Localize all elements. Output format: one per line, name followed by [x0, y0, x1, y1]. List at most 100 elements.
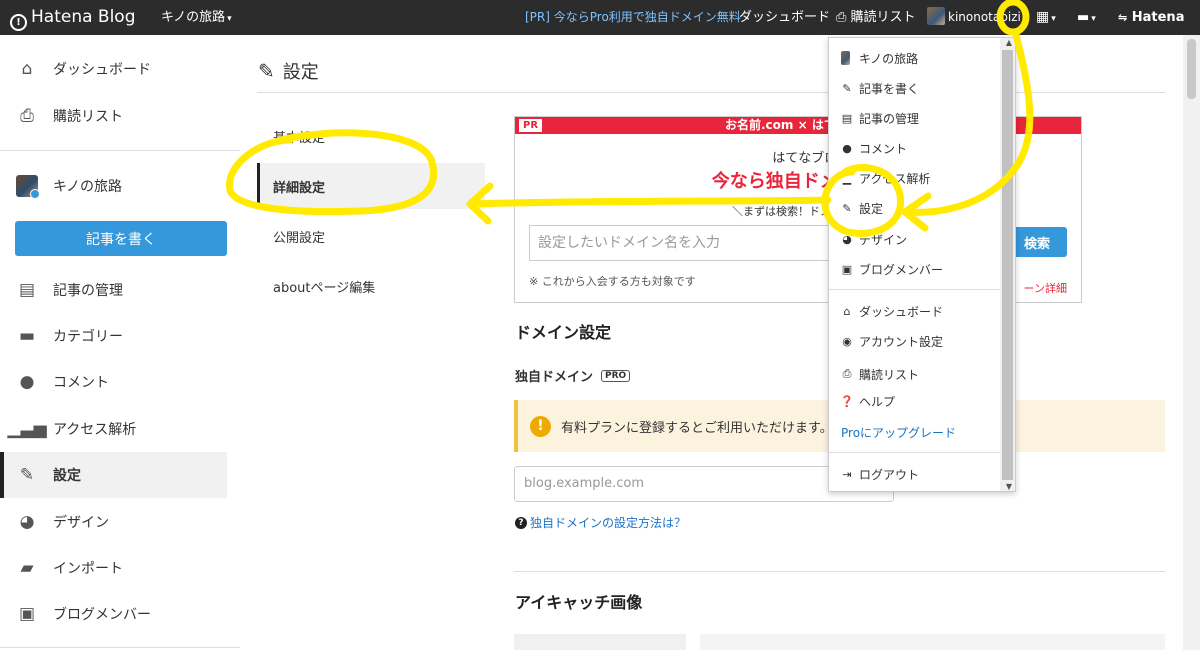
- menu-item-help[interactable]: ❓ ヘルプ: [829, 389, 1001, 413]
- apps-menu-toggle[interactable]: ▦ ▾: [1036, 0, 1056, 35]
- subnav-basic-settings[interactable]: 基本設定: [257, 113, 485, 159]
- document-icon: ▤: [18, 280, 36, 300]
- menu-item-design[interactable]: ◕ デザイン: [829, 227, 1001, 251]
- menu-item-blog[interactable]: キノの旅路: [829, 46, 1001, 70]
- custom-domain-help-link[interactable]: ? 独自ドメインの設定方法は？: [515, 514, 686, 531]
- exclamation-icon: !: [530, 415, 551, 437]
- grid-icon: ▦: [1036, 9, 1050, 25]
- subnav-advanced-settings[interactable]: 詳細設定: [257, 163, 485, 209]
- ad-search-button[interactable]: 検索: [1007, 227, 1067, 257]
- sidebar-item-comments[interactable]: ● コメント: [0, 359, 227, 405]
- edit-icon: ✎: [842, 81, 852, 95]
- comment-icon: ●: [19, 372, 35, 392]
- pro-badge: PRO: [601, 369, 631, 382]
- menu-scrollbar-thumb[interactable]: [1002, 50, 1013, 480]
- sidebar-divider: [0, 647, 240, 648]
- sidebar-item-design[interactable]: ◕ デザイン: [0, 499, 227, 545]
- subnav-publish-settings[interactable]: 公開設定: [257, 213, 485, 259]
- member-icon: ▣: [841, 262, 853, 276]
- page-scrollbar[interactable]: [1183, 35, 1200, 650]
- eyecatch-thumbnail[interactable]: [514, 634, 686, 650]
- menu-divider: [829, 289, 1001, 290]
- truck-icon: ▰: [20, 558, 34, 578]
- sidebar-item-settings[interactable]: ✎ 設定: [0, 452, 227, 498]
- scroll-up-icon[interactable]: ▲: [1006, 38, 1012, 47]
- sidebar-item-import[interactable]: ▰ インポート: [0, 545, 227, 591]
- question-icon: ?: [515, 516, 527, 529]
- question-icon: ❓: [840, 394, 854, 408]
- sidebar-item-analytics[interactable]: ▁▃▅ アクセス解析: [0, 406, 227, 452]
- menu-item-analytics[interactable]: ▁ アクセス解析: [829, 166, 1001, 190]
- ad-campaign-link[interactable]: ーン詳細: [1024, 280, 1067, 296]
- notifications-toggle[interactable]: ▬ ▾: [1077, 0, 1096, 35]
- pr-badge: PR: [519, 119, 543, 132]
- menu-item-settings[interactable]: ✎ 設定: [829, 196, 1001, 220]
- sidebar-item-blog-members[interactable]: ▣ ブログメンバー: [0, 591, 227, 637]
- hatena-mark-icon: ⇋: [1118, 11, 1128, 24]
- speech-bubble-icon: ▬: [1077, 10, 1090, 25]
- subscription-icon: ⎙: [836, 10, 847, 25]
- folder-icon: ▬: [18, 326, 36, 346]
- comment-icon: ●: [842, 141, 852, 155]
- palette-icon: ◕: [19, 512, 35, 532]
- hatena-blog-logo[interactable]: ! Hatena Blog: [10, 0, 136, 35]
- sidebar-divider: [0, 150, 240, 151]
- menu-item-comments[interactable]: ● コメント: [829, 136, 1001, 160]
- user-avatar: [927, 7, 945, 25]
- caret-down-icon: ▾: [227, 14, 232, 24]
- menu-item-subscriptions[interactable]: ⎙ 購読リスト: [829, 362, 1001, 386]
- blog-switcher[interactable]: キノの旅路 ▾: [161, 0, 232, 35]
- sidebar-item-categories[interactable]: ▬ カテゴリー: [0, 313, 227, 359]
- logout-icon: ⇥: [842, 467, 852, 481]
- scroll-down-icon[interactable]: ▼: [1006, 482, 1012, 491]
- pr-link[interactable]: [PR] 今ならPro利用で独自ドメイン無料: [525, 0, 741, 35]
- sidebar-item-subscriptions[interactable]: ⎙ 購読リスト: [0, 93, 227, 139]
- wrench-icon: ✎: [258, 59, 275, 83]
- bar-chart-icon: ▁: [842, 171, 852, 185]
- menu-item-pro-upgrade[interactable]: Proにアップグレード: [829, 420, 1001, 444]
- wrench-icon: ✎: [19, 465, 35, 485]
- palette-icon: ◕: [842, 232, 852, 246]
- custom-domain-label: 独自ドメイン PRO: [515, 366, 631, 385]
- sidebar-item-dashboard[interactable]: ⌂ ダッシュボード: [0, 46, 227, 92]
- subscription-icon: ⎙: [20, 106, 34, 126]
- bar-chart-icon: ▁▃▅: [7, 419, 47, 439]
- blog-avatar: [16, 175, 40, 199]
- user-dropdown-menu: キノの旅路 ✎ 記事を書く ▤ 記事の管理 ● コメント ▁ アクセス解析 ✎ 設定 ◕ デ…: [828, 37, 1016, 492]
- user-circle-icon: ◉: [842, 334, 852, 348]
- caret-down-icon: ▾: [1022, 14, 1028, 24]
- home-icon: ⌂: [21, 59, 33, 79]
- menu-item-logout[interactable]: ⇥ ログアウト: [829, 462, 1001, 486]
- eyecatch-option[interactable]: [700, 634, 1165, 650]
- section-divider: [514, 571, 1165, 572]
- top-bar: ! Hatena Blog キノの旅路 ▾ [PR] 今ならPro利用で独自ドメイン…: [0, 0, 1200, 35]
- home-icon: ⌂: [843, 304, 851, 318]
- menu-item-write[interactable]: ✎ 記事を書く: [829, 76, 1001, 100]
- blog-avatar: [841, 51, 850, 65]
- menu-item-blog-members[interactable]: ▣ ブログメンバー: [829, 257, 1001, 281]
- title-divider: [257, 92, 1165, 93]
- menu-scrollbar[interactable]: ▲ ▼: [1000, 38, 1015, 491]
- hatena-link[interactable]: ⇋ Hatena: [1118, 0, 1184, 35]
- topbar-dashboard-link[interactable]: ダッシュボード: [739, 0, 830, 35]
- ad-note: ※ これから入会する方も対象です: [529, 275, 696, 288]
- subscription-icon: ⎙: [842, 367, 852, 380]
- menu-item-account-settings[interactable]: ◉ アカウント設定: [829, 329, 1001, 353]
- sidebar-item-manage-articles[interactable]: ▤ 記事の管理: [0, 267, 227, 313]
- topbar-subscriptions-link[interactable]: ⎙ 購読リスト: [836, 0, 916, 35]
- sidebar: ⌂ ダッシュボード ⎙ 購読リスト キノの旅路 記事を書く ▤ 記事の管理 ▬ カテゴリ…: [0, 35, 240, 650]
- user-menu-toggle[interactable]: kinonotabizi ▾: [927, 0, 1027, 35]
- ad-domain-search-input[interactable]: 設定したいドメイン名を入力: [529, 225, 829, 261]
- wrench-icon: ✎: [842, 201, 852, 215]
- member-icon: ▣: [18, 604, 36, 624]
- eyecatch-heading: アイキャッチ画像: [515, 593, 643, 612]
- sidebar-item-blog[interactable]: キノの旅路: [0, 163, 227, 209]
- caret-down-icon: ▾: [1051, 14, 1056, 24]
- menu-item-manage[interactable]: ▤ 記事の管理: [829, 106, 1001, 130]
- domain-settings-heading: ドメイン設定: [515, 323, 612, 342]
- write-article-button[interactable]: 記事を書く: [15, 221, 227, 256]
- scrollbar-thumb[interactable]: [1187, 39, 1196, 99]
- subnav-about-page[interactable]: aboutページ編集: [257, 263, 485, 309]
- page-title: ✎ 設定: [258, 59, 319, 83]
- menu-item-dashboard[interactable]: ⌂ ダッシュボード: [829, 299, 1001, 323]
